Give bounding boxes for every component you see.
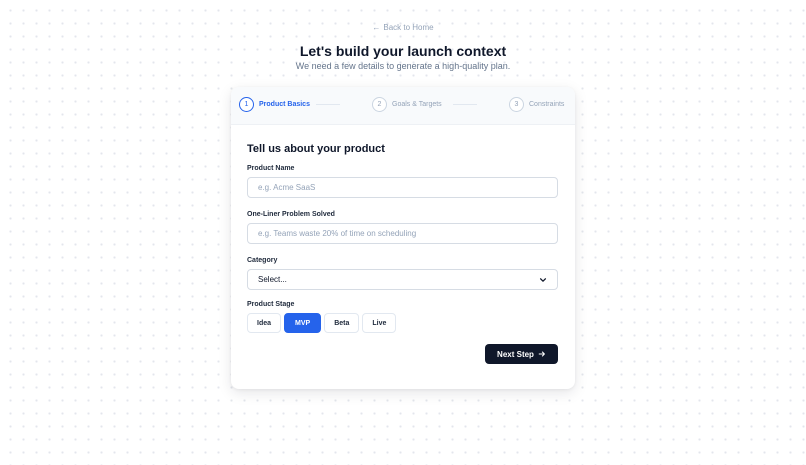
step-label: Product Basics	[259, 101, 310, 108]
step-goals-targets[interactable]: 2 Goals & Targets	[372, 97, 442, 112]
next-step-button[interactable]: Next Step	[485, 344, 558, 364]
stage-live-button[interactable]: Live	[362, 313, 397, 333]
section-title: Tell us about your product	[247, 143, 385, 155]
step-connector	[316, 104, 340, 105]
stage-mvp-button[interactable]: MVP	[284, 313, 322, 333]
arrow-left-icon: ←	[372, 23, 381, 32]
next-step-label: Next Step	[497, 349, 534, 359]
back-to-home-label: Back to Home	[383, 23, 434, 32]
chevron-down-icon	[539, 277, 547, 282]
step-label: Constraints	[529, 101, 565, 108]
stage-beta-button[interactable]: Beta	[324, 313, 360, 333]
category-label: Category	[247, 257, 278, 264]
page-subtitle: We need a few details to generate a high…	[295, 61, 511, 71]
step-number: 2	[372, 97, 387, 112]
wizard-card: 1 Product Basics 2 Goals & Targets 3 Con…	[231, 87, 575, 389]
step-product-basics[interactable]: 1 Product Basics	[239, 97, 310, 112]
step-constraints[interactable]: 3 Constraints	[509, 97, 564, 112]
product-name-input[interactable]	[247, 177, 558, 198]
product-name-label: Product Name	[247, 165, 295, 172]
problem-input[interactable]	[247, 223, 558, 244]
stepper: 1 Product Basics 2 Goals & Targets 3 Con…	[231, 87, 575, 125]
product-stage-options: Idea MVP Beta Live	[247, 313, 558, 333]
step-number: 1	[239, 97, 254, 112]
product-stage-label: Product Stage	[247, 301, 295, 308]
step-number: 3	[509, 97, 524, 112]
problem-label: One-Liner Problem Solved	[247, 211, 335, 218]
back-to-home-link[interactable]: ← Back to Home	[0, 23, 806, 32]
step-connector	[453, 104, 477, 105]
arrow-right-icon	[538, 351, 545, 357]
stage-idea-button[interactable]: Idea	[247, 313, 282, 333]
page-title: Let's build your launch context	[299, 43, 507, 59]
category-select[interactable]: Select...	[247, 269, 558, 290]
step-label: Goals & Targets	[392, 101, 442, 108]
product-basics-form: Tell us about your product Product Name …	[247, 143, 558, 333]
category-selected-value: Select...	[258, 275, 287, 284]
